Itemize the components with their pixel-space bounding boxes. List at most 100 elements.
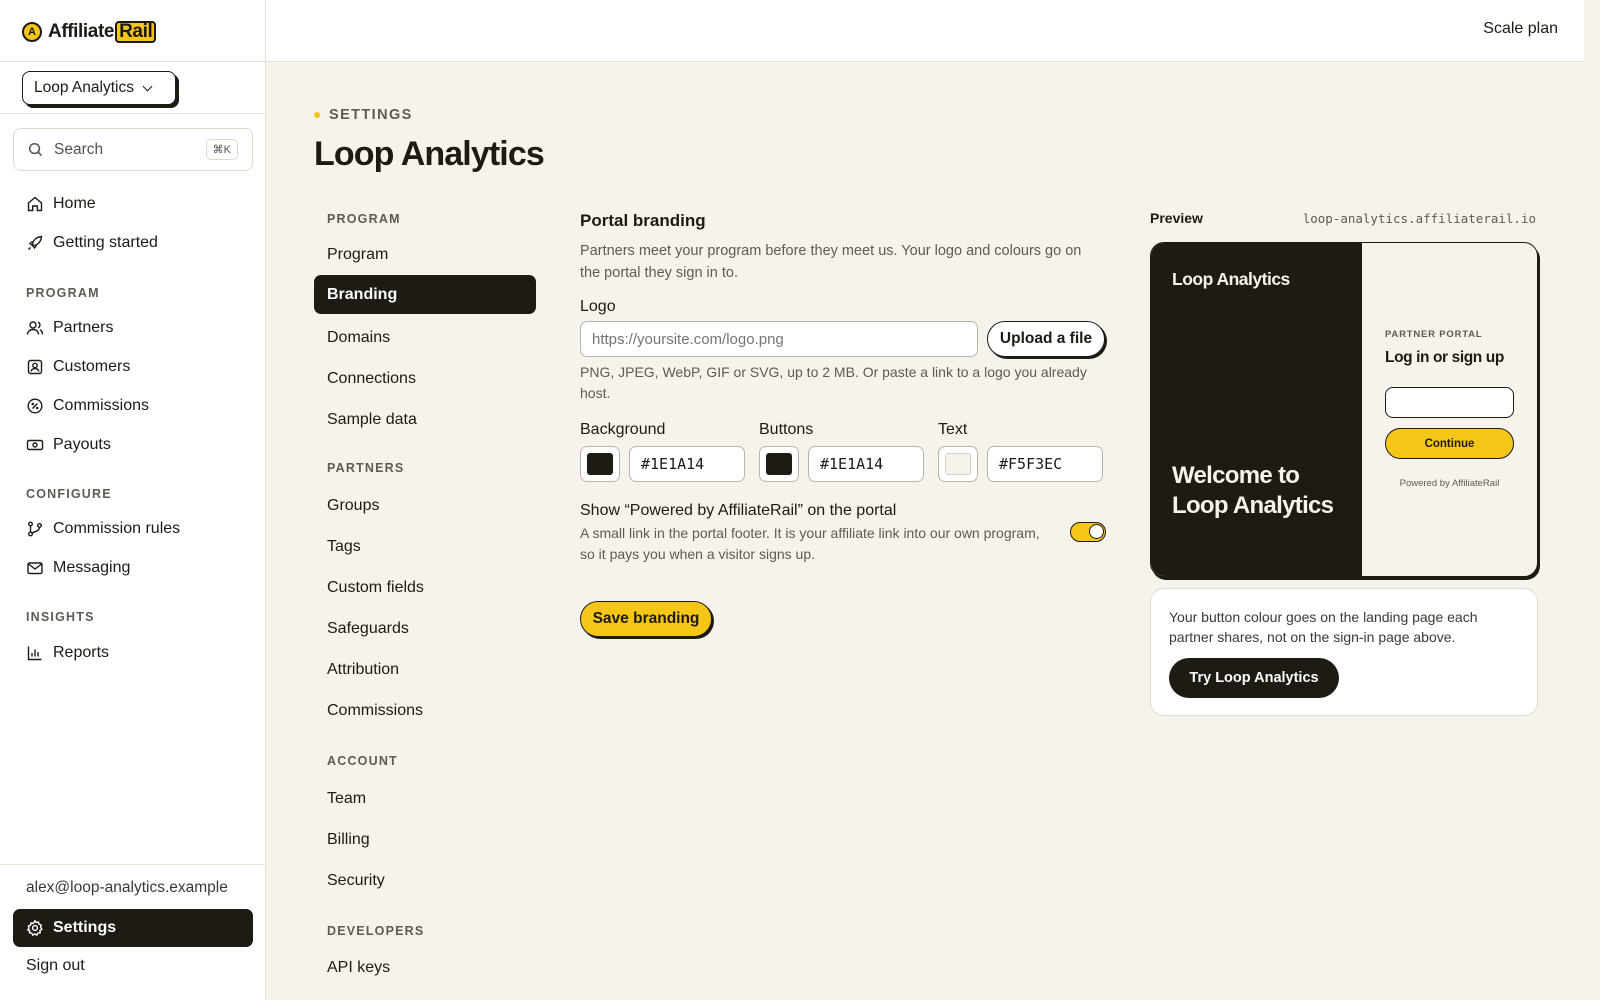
section-title: Portal branding [580, 211, 706, 230]
sign-out-link[interactable]: Sign out [26, 957, 85, 975]
sidebar-item-commission-rules[interactable]: Commission rules [26, 514, 180, 544]
subnav-item-custom-fields[interactable]: Custom fields [327, 579, 424, 597]
sidebar-item-label: Payouts [53, 436, 111, 453]
git-branch-icon [28, 521, 42, 537]
brand-name-plain: Affiliate [48, 21, 115, 42]
subnav-item-billing[interactable]: Billing [327, 831, 370, 849]
brand-name-highlight: Rail [115, 21, 157, 43]
sidebar-item-getting-started[interactable]: Getting started [26, 228, 158, 258]
sidebar-item-label: Customers [53, 358, 131, 375]
preview-continue-button: Continue [1385, 428, 1514, 459]
subnav-item-commissions[interactable]: Commissions [327, 702, 423, 720]
subnav-item-safeguards[interactable]: Safeguards [327, 620, 409, 638]
user-email: alex@loop-analytics.example [26, 879, 228, 896]
background-color-input[interactable]: #1E1A14 [629, 446, 745, 482]
subnav-section-developers: DEVELOPERS [327, 924, 425, 938]
plan-badge[interactable]: Scale plan [1483, 20, 1558, 38]
page-title: Loop Analytics [314, 135, 545, 173]
preview-note-text: Your button colour goes on the landing p… [1169, 609, 1478, 645]
subnav-item-team[interactable]: Team [327, 790, 366, 808]
chevron-down-icon [142, 81, 153, 91]
try-portal-button[interactable]: Try Loop Analytics [1169, 658, 1339, 698]
subnav-item-groups[interactable]: Groups [327, 497, 379, 515]
save-branding-button[interactable]: Save branding [580, 601, 712, 637]
sidebar-item-customers[interactable]: Customers [26, 352, 130, 382]
sidebar-item-reports[interactable]: Reports [26, 638, 109, 668]
preview-welcome-text: Welcome to Loop Analytics [1172, 462, 1334, 519]
percent-badge-icon [27, 398, 43, 414]
sidebar-section-insights: INSIGHTS [26, 610, 95, 624]
text-color-swatch[interactable] [938, 446, 978, 482]
sidebar-item-label: Commission rules [53, 520, 181, 537]
subnav-item-tags[interactable]: Tags [327, 538, 361, 556]
search-input[interactable]: Search ⌘K [13, 128, 253, 171]
sidebar-item-payouts[interactable]: Payouts [26, 430, 111, 460]
preview-brand-panel: Loop Analytics Welcome to Loop Analytics [1151, 243, 1362, 576]
mail-icon [27, 562, 43, 575]
gear-icon [26, 919, 43, 937]
subnav-section-program: PROGRAM [327, 212, 401, 226]
sidebar-item-label: Getting started [53, 234, 158, 251]
preview-kicker: PARTNER PORTAL [1385, 329, 1483, 340]
sidebar-item-label: Partners [53, 319, 114, 336]
subnav-section-partners: PARTNERS [327, 461, 405, 475]
subnav-item-api-keys[interactable]: API keys [327, 959, 390, 977]
brand-name: Affiliate Rail [48, 21, 157, 43]
sidebar-section-program: PROGRAM [26, 286, 100, 300]
subnav-item-program[interactable]: Program [327, 246, 388, 264]
sidebar-item-commissions[interactable]: Commissions [26, 391, 149, 421]
background-color-swatch[interactable] [580, 446, 620, 482]
brand-logo[interactable]: A Affiliate Rail [22, 20, 157, 44]
powered-by-toggle[interactable] [1070, 522, 1106, 542]
workspace-switcher[interactable]: Loop Analytics [22, 71, 176, 105]
logo-label: Logo [580, 298, 616, 315]
color-chip [766, 453, 792, 475]
contact-card-icon [27, 359, 43, 375]
top-bar: Scale plan [266, 0, 1584, 62]
bar-chart-icon [27, 646, 42, 661]
home-icon [27, 196, 43, 212]
page-eyebrow: SETTINGS [314, 107, 413, 123]
subnav-item-security[interactable]: Security [327, 872, 385, 890]
preview-email-field [1385, 387, 1514, 418]
accent-dot-icon [314, 112, 320, 118]
preview-brand-name: Loop Analytics [1172, 269, 1290, 289]
toggle-knob [1089, 524, 1104, 539]
scrollbar-track[interactable] [1584, 0, 1600, 1000]
subnav-item-label: Branding [327, 285, 398, 303]
banknote-icon [26, 439, 44, 451]
buttons-color-swatch[interactable] [759, 446, 799, 482]
subnav-item-connections[interactable]: Connections [327, 370, 416, 388]
preview-label: Preview [1150, 210, 1203, 226]
upload-file-button[interactable]: Upload a file [987, 321, 1105, 357]
buttons-color-input[interactable]: #1E1A14 [808, 446, 924, 482]
preview-card: Loop Analytics Welcome to Loop Analytics… [1150, 242, 1538, 577]
subnav-item-domains[interactable]: Domains [327, 329, 390, 347]
sidebar-item-label: Home [53, 195, 96, 212]
sidebar-item-settings[interactable]: Settings [13, 909, 253, 947]
sidebar-divider [0, 61, 266, 62]
color-chip [587, 453, 613, 475]
color-chip [945, 453, 971, 475]
brand-mark-icon: A [22, 22, 42, 42]
subnav-item-branding[interactable]: Branding [314, 275, 536, 314]
sidebar-item-partners[interactable]: Partners [26, 313, 113, 343]
sidebar: A Affiliate Rail Loop Analytics Search ⌘K… [0, 0, 266, 1000]
logo-help-text: PNG, JPEG, WebP, GIF or SVG, up to 2 MB.… [580, 364, 1087, 401]
users-icon [26, 321, 44, 335]
subnav-item-sample-data[interactable]: Sample data [327, 411, 417, 429]
sidebar-section-configure: CONFIGURE [26, 487, 112, 501]
text-label: Text [938, 421, 968, 438]
workspace-name: Loop Analytics [34, 79, 134, 96]
sidebar-item-home[interactable]: Home [26, 189, 96, 219]
subnav-item-attribution[interactable]: Attribution [327, 661, 399, 679]
logo-url-input[interactable] [580, 321, 978, 357]
search-shortcut: ⌘K [205, 139, 238, 160]
rocket-icon [28, 235, 43, 250]
preview-powered-by: Powered by AffiliateRail [1399, 478, 1500, 489]
text-color-input[interactable]: #F5F3EC [987, 446, 1103, 482]
sidebar-item-messaging[interactable]: Messaging [26, 553, 130, 583]
subnav-section-account: ACCOUNT [327, 754, 398, 768]
sidebar-item-label: Commissions [53, 397, 150, 414]
sidebar-divider [0, 864, 266, 865]
